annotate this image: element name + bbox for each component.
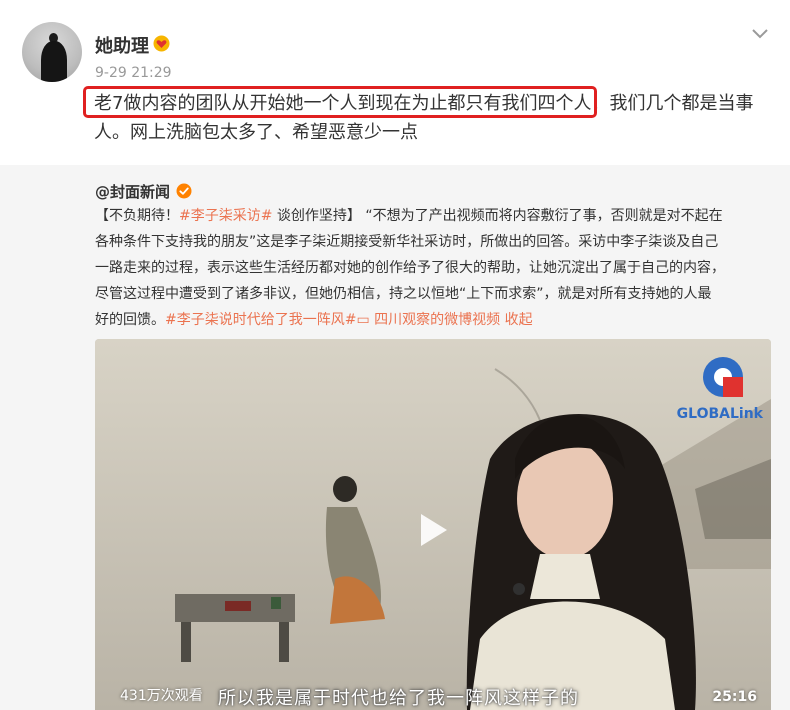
view-count: 431万次观看 — [120, 688, 203, 704]
heart-badge-icon — [153, 35, 170, 52]
video-link-icon[interactable]: ▭ — [356, 312, 369, 328]
play-icon[interactable] — [411, 509, 453, 551]
repost-text-line: 各种条件下支持我的朋友”这是李子柒近期接受新华社采访时，所做出的回答。采访中李子… — [95, 229, 775, 255]
timestamp[interactable]: 9-29 21:29 — [95, 65, 172, 81]
weibo-post: 她助理 9-29 21:29 老7做内容的团队从开始她一个人到现在为止都只有我们… — [0, 0, 790, 710]
video-duration: 25:16 — [712, 689, 757, 705]
repost-text-segment: 【不负期待！ — [95, 208, 179, 224]
repost-text-line: 一路走来的过程，表示这些生活经历都对她的创作给予了很大的帮助，让她沉淀出了属于自… — [95, 255, 775, 281]
chevron-down-icon[interactable] — [750, 26, 770, 42]
repost-text-line: 尽管这过程中遭受到了诸多非议，但她仍相信，持之以恒地“上下而求索”，就是对所有支… — [95, 281, 775, 307]
globalink-logo: GLOBALink — [673, 353, 763, 422]
globalink-logo-text: GLOBALink — [676, 406, 763, 422]
highlight-annotation-box — [83, 86, 597, 118]
repost-text-line: 好的回馈。#李子柒说时代给了我一阵风#▭ 四川观察的微博视频 收起 — [95, 307, 775, 333]
video-source-link[interactable]: 四川观察的微博视频 — [370, 312, 500, 328]
video-player[interactable]: GLOBALink 所以我是属于时代也给了我一阵风这样子的 431万次观看 25… — [95, 339, 771, 710]
hashtag-link[interactable]: #李子柒说时代给了我一阵风# — [165, 312, 356, 328]
avatar[interactable] — [22, 22, 82, 82]
repost-text-line: 【不负期待！#李子柒采访# 谈创作坚持】 “不想为了产出视频而将内容敷衍了事，否… — [95, 203, 775, 229]
repost-text-segment: 尽管这过程中遭受到了诸多非议，但她仍相信，持之以恒地“上下而求索”，就是对所有支… — [95, 286, 712, 302]
repost-text-segment: 一路走来的过程，表示这些生活经历都对她的创作给予了很大的帮助，让她沉淀出了属于自… — [95, 260, 725, 276]
repost-author[interactable]: @封面新闻 — [95, 181, 170, 202]
hashtag-link[interactable]: #李子柒采访# — [179, 208, 272, 224]
video-subtitle: 所以我是属于时代也给了我一阵风这样子的 — [218, 688, 579, 709]
collapse-link[interactable]: 收起 — [500, 312, 533, 328]
repost-text-segment: 谈创作坚持】 “不想为了产出视频而将内容敷衍了事，否则就是对不起在 — [272, 208, 723, 224]
repost-text: 【不负期待！#李子柒采访# 谈创作坚持】 “不想为了产出视频而将内容敷衍了事，否… — [95, 203, 775, 333]
post-text-line: 人。网上洗脑包太多了、希望恶意少一点 — [94, 122, 418, 143]
repost-text-segment: 好的回馈。 — [95, 312, 165, 328]
verified-icon — [176, 183, 192, 199]
repost-text-segment: 各种条件下支持我的朋友”这是李子柒近期接受新华社采访时，所做出的回答。采访中李子… — [95, 234, 719, 250]
username[interactable]: 她助理 — [95, 32, 149, 58]
